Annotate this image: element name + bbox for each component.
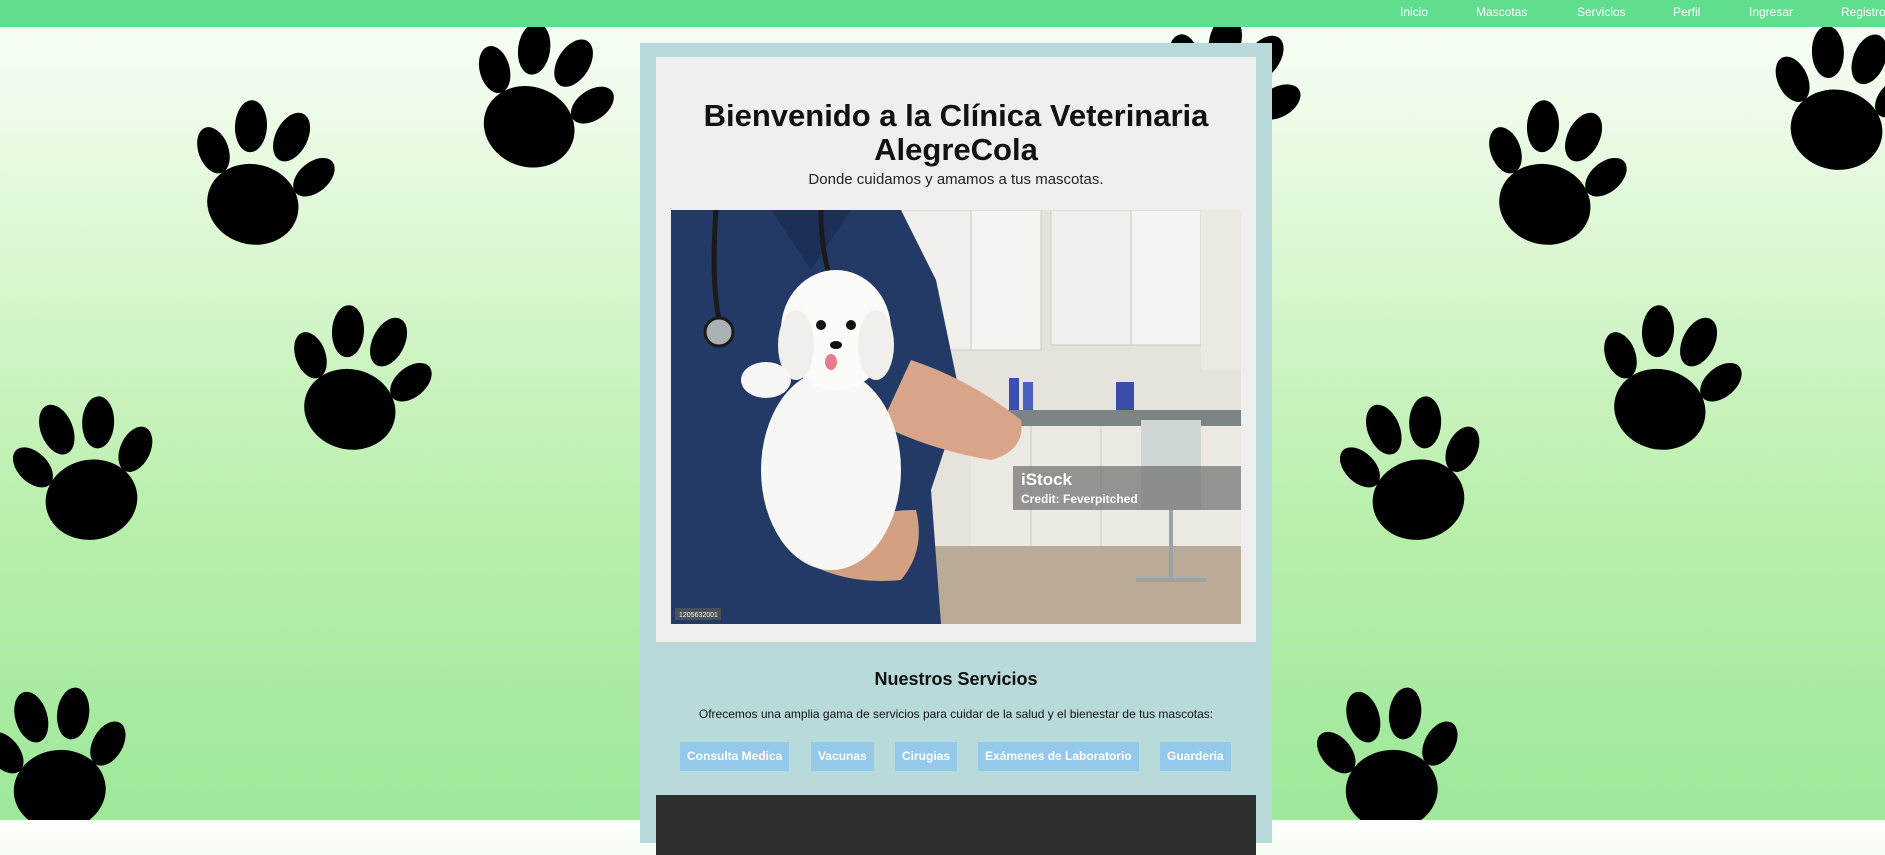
paw-print-icon [264, 288, 453, 469]
nav-link-inicio[interactable]: Inicio [1400, 0, 1428, 22]
image-id: 1205632001 [679, 612, 718, 619]
service-button-guarderia[interactable]: Guarderia [1160, 742, 1231, 771]
service-button-vacunas[interactable]: Vacunas [811, 742, 874, 771]
paw-print-icon [1459, 83, 1648, 264]
nav-link-perfil[interactable]: Perfil [1673, 0, 1700, 22]
paw-print-icon [0, 383, 176, 553]
welcome-card: Bienvenido a la Clínica Veterinaria Aleg… [656, 57, 1256, 642]
top-navbar: Inicio Mascotas Servicios Perfil Ingresa… [0, 0, 1885, 27]
service-button-examenes-laboratorio[interactable]: Exámenes de Laboratorio [978, 742, 1139, 771]
paw-print-icon [1304, 679, 1473, 820]
nav-link-registro[interactable]: Registro [1841, 0, 1885, 22]
nav-link-mascotas[interactable]: Mascotas [1476, 0, 1527, 22]
nav-link-servicios[interactable]: Servicios [1577, 0, 1626, 22]
paw-print-icon [1752, 13, 1885, 183]
page-title: Bienvenido a la Clínica Veterinaria Aleg… [703, 98, 1209, 167]
image-credit: Credit: Feverpitched [1021, 492, 1138, 506]
services-description: Ofrecemos una amplia gama de servicios p… [698, 707, 1214, 721]
main-panel: Bienvenido a la Clínica Veterinaria Aleg… [640, 43, 1272, 855]
paw-print-icon [1574, 288, 1763, 469]
vet-holding-dog-photo: iStock Credit: Feverpitched 1205632001 [671, 210, 1241, 624]
paw-print-icon [442, 2, 638, 192]
paw-print-icon [167, 83, 356, 264]
service-button-cirugias[interactable]: Cirugias [895, 742, 958, 771]
dark-section [656, 795, 1256, 855]
page-subtitle: Donde cuidamos y amamos a tus mascotas. [808, 171, 1104, 188]
image-watermark: iStock [1021, 470, 1073, 489]
paw-print-icon [1323, 383, 1503, 553]
paw-print-icon [0, 679, 141, 820]
services-title: Nuestros Servicios [874, 669, 1038, 689]
nav-link-ingresar[interactable]: Ingresar [1749, 0, 1793, 22]
service-button-consulta-medica[interactable]: Consulta Medica [680, 742, 790, 771]
